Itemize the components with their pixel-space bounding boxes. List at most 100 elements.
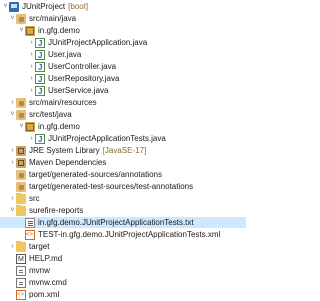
folder-icon	[16, 192, 26, 204]
tree-item-label: target/generated-test-sources/test-annot…	[29, 182, 194, 191]
markdown-file-icon	[16, 253, 26, 265]
package-icon	[25, 25, 35, 36]
chevron-right-icon[interactable]: ›	[28, 49, 35, 60]
tree-item-label: JUnitProjectApplication.java	[48, 38, 148, 47]
tree-item[interactable]: mvnw.cmd	[0, 277, 246, 288]
tree-item[interactable]: HELP.md	[0, 253, 246, 265]
chevron-down-icon[interactable]: ˅	[9, 109, 16, 120]
tree-item[interactable]: target/generated-test-sources/test-annot…	[0, 181, 246, 192]
tree-item[interactable]: target/generated-sources/annotations	[0, 169, 246, 180]
chevron-down-icon[interactable]: ˅	[9, 13, 16, 24]
tree-item-label: src/test/java	[29, 110, 72, 119]
file-icon	[16, 265, 26, 276]
xml-file-icon	[25, 229, 35, 241]
project-icon	[9, 1, 19, 12]
source-folder-icon	[16, 13, 26, 24]
tree-item[interactable]: ˅ src/main/java	[0, 13, 246, 24]
source-folder-icon	[16, 97, 26, 108]
tree-item-label: pom.xml	[29, 290, 60, 299]
tree-item[interactable]: ˅ in.gfg.demo	[0, 121, 246, 132]
tree-item-decoration: [JavaSE-17]	[102, 146, 147, 155]
tree-item-label: Maven Dependencies	[29, 158, 107, 167]
chevron-right-icon[interactable]: ›	[9, 157, 16, 168]
library-icon	[16, 145, 26, 156]
source-folder-icon	[16, 181, 26, 192]
tree-item-label: in.gfg.demo	[38, 26, 80, 35]
library-icon	[16, 157, 26, 168]
tree-item[interactable]: pom.xml	[0, 289, 246, 301]
tree-item[interactable]: ˅ src/test/java	[0, 109, 246, 120]
tree-item-label: JUnitProjectApplicationTests.java	[48, 134, 166, 143]
tree-item-label: mvnw	[29, 266, 50, 275]
tree-item-label: src/main/java	[29, 14, 77, 23]
tree-item[interactable]: › JUnitProjectApplicationTests.java	[0, 133, 246, 145]
tree-item[interactable]: › Maven Dependencies	[0, 157, 246, 168]
java-file-icon	[35, 85, 45, 97]
chevron-right-icon[interactable]: ›	[28, 73, 35, 84]
tree-item-decoration: [boot]	[68, 2, 89, 11]
tree-item[interactable]: › User.java	[0, 49, 246, 61]
tree-item[interactable]: mvnw	[0, 265, 246, 276]
tree-item-label: JUnitProject	[22, 2, 66, 11]
source-folder-icon	[16, 109, 26, 120]
tree-item[interactable]: › UserService.java	[0, 85, 246, 97]
tree-item-label: TEST-in.gfg.demo.JUnitProjectApplication…	[38, 230, 221, 239]
tree-item[interactable]: › src/main/resources	[0, 97, 246, 108]
tree-item[interactable]: › JRE System Library [JavaSE-17]	[0, 145, 246, 156]
tree-item[interactable]: › JUnitProjectApplication.java	[0, 37, 246, 49]
source-folder-icon	[16, 169, 26, 180]
tree-item-label: surefire-reports	[29, 206, 84, 215]
tree-item[interactable]: › UserController.java	[0, 61, 246, 73]
folder-icon	[16, 204, 26, 216]
tree-item[interactable]: ˅ in.gfg.demo	[0, 25, 246, 36]
tree-item-label: User.java	[48, 50, 82, 59]
tree-item-label: UserController.java	[48, 62, 117, 71]
chevron-down-icon[interactable]: ˅	[18, 121, 25, 132]
tree-item[interactable]: › target	[0, 240, 246, 252]
chevron-right-icon[interactable]: ›	[9, 97, 16, 108]
chevron-right-icon[interactable]: ›	[28, 37, 35, 48]
tree-item-label: src/main/resources	[29, 98, 97, 107]
xml-file-icon	[16, 289, 26, 301]
java-file-icon	[35, 61, 45, 73]
java-file-icon	[35, 49, 45, 61]
tree-item[interactable]: › src	[0, 192, 246, 204]
tree-item[interactable]: in.gfg.demo.JUnitProjectApplicationTests…	[0, 217, 246, 228]
tree-item-label: UserRepository.java	[48, 74, 120, 83]
tree-item[interactable]: TEST-in.gfg.demo.JUnitProjectApplication…	[0, 229, 246, 241]
tree-item-label: target	[29, 242, 50, 251]
chevron-right-icon[interactable]: ›	[9, 241, 16, 252]
tree-item[interactable]: ˅ surefire-reports	[0, 204, 246, 216]
tree-item-label: in.gfg.demo.JUnitProjectApplicationTests…	[38, 218, 194, 227]
tree-item-label: target/generated-sources/annotations	[29, 170, 162, 179]
tree-item-label: in.gfg.demo	[38, 122, 80, 131]
chevron-down-icon[interactable]: ˅	[18, 25, 25, 36]
folder-icon	[16, 240, 26, 252]
project-explorer-tree: ˅ JUnitProject [boot] ˅ src/main/java ˅ in.gfg…	[0, 0, 246, 301]
tree-item-label: UserService.java	[48, 86, 109, 95]
tree-item-label: JRE System Library	[29, 146, 100, 155]
package-icon	[25, 121, 35, 132]
chevron-right-icon[interactable]: ›	[28, 85, 35, 96]
file-icon	[16, 277, 26, 288]
chevron-right-icon[interactable]: ›	[9, 145, 16, 156]
java-file-icon	[35, 133, 45, 145]
tree-item-label: HELP.md	[29, 254, 63, 263]
tree-item[interactable]: ˅ JUnitProject [boot]	[0, 1, 246, 12]
chevron-right-icon[interactable]: ›	[28, 61, 35, 72]
chevron-down-icon[interactable]: ˅	[2, 1, 9, 12]
chevron-right-icon[interactable]: ›	[9, 193, 16, 204]
java-file-icon	[35, 37, 45, 49]
tree-item-label: src	[29, 194, 40, 203]
chevron-down-icon[interactable]: ˅	[9, 205, 16, 216]
chevron-right-icon[interactable]: ›	[28, 133, 35, 144]
tree-item[interactable]: › UserRepository.java	[0, 73, 246, 85]
